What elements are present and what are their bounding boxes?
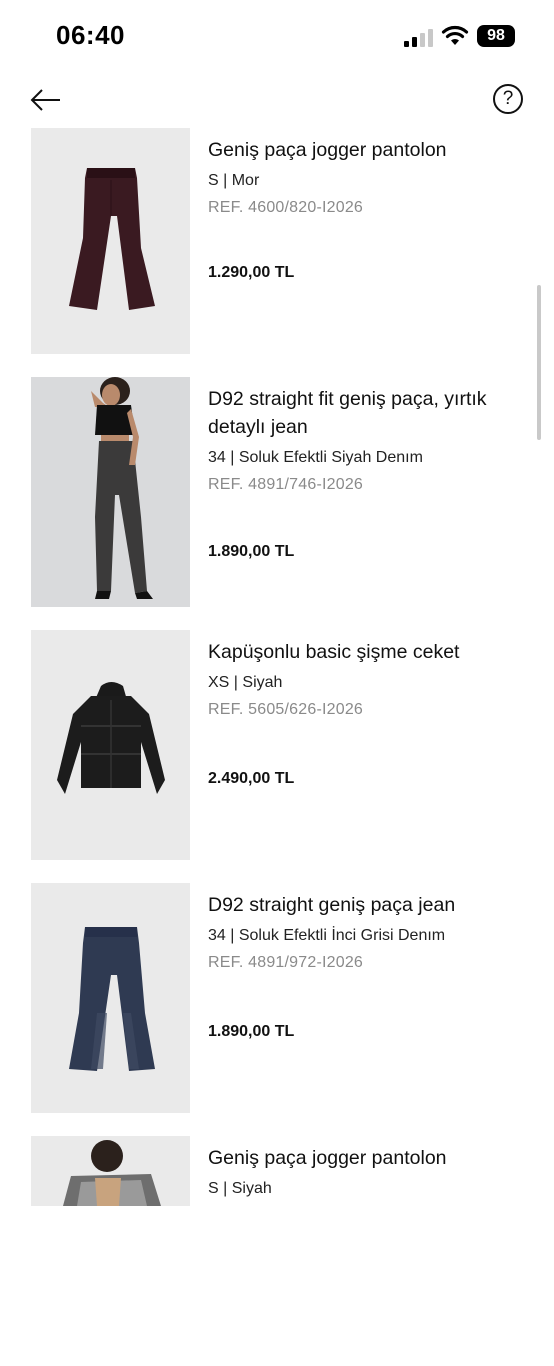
product-ref: REF. 4600/820-I2026 [208, 199, 364, 216]
product-name: D92 straight geniş paça jean [208, 894, 456, 916]
product-info: Geniş paça jogger pantolon S | Siyah [208, 1144, 498, 1198]
signal-icon [404, 29, 433, 47]
product-item[interactable]: Kapüşonlu basic şişme ceket XS | Siyah R… [0, 630, 554, 860]
arrow-left-icon[interactable] [28, 82, 64, 118]
product-info: Geniş paça jogger pantolon S | Mor REF. … [208, 136, 498, 217]
product-info: Kapüşonlu basic şişme ceket XS | Siyah R… [208, 638, 498, 719]
product-item[interactable]: D92 straight geniş paça jean 34 | Soluk … [0, 883, 554, 1113]
product-price: 1.890,00 TL [208, 1023, 295, 1040]
status-bar: 06:40 98 [0, 0, 554, 72]
product-image[interactable] [31, 1136, 190, 1206]
wifi-icon [441, 25, 469, 45]
product-ref: REF. 5605/626-I2026 [208, 701, 364, 718]
product-variant: 34 | Soluk Efektli İnci Grisi Denım [208, 927, 446, 944]
product-info: D92 straight fit geniş paça, yırtık deta… [208, 385, 498, 494]
product-ref: REF. 4891/746-I2026 [208, 476, 364, 493]
product-name: Geniş paça jogger pantolon [208, 1147, 447, 1169]
product-ref: REF. 4891/972-I2026 [208, 954, 364, 971]
help-button[interactable]: ? [493, 84, 523, 114]
product-variant: XS | Siyah [208, 674, 283, 691]
product-item[interactable]: Geniş paça jogger pantolon S | Mor REF. … [0, 128, 554, 358]
product-variant: 34 | Soluk Efektli Siyah Denım [208, 449, 423, 466]
product-variant: S | Mor [208, 172, 260, 189]
product-price: 1.290,00 TL [208, 264, 295, 281]
product-image[interactable] [31, 883, 190, 1113]
product-image[interactable] [31, 630, 190, 860]
battery-icon: 98 [477, 25, 515, 47]
product-item[interactable]: D92 straight fit geniş paça, yırtık deta… [0, 377, 554, 607]
status-time: 06:40 [56, 20, 125, 50]
product-info: D92 straight geniş paça jean 34 | Soluk … [208, 891, 498, 972]
product-item[interactable]: Geniş paça jogger pantolon S | Siyah [0, 1136, 554, 1366]
product-variant: S | Siyah [208, 1180, 272, 1197]
product-image[interactable] [31, 377, 190, 607]
header: ? [0, 72, 554, 128]
product-name: D92 straight fit geniş paça, yırtık deta… [208, 388, 487, 438]
product-name: Geniş paça jogger pantolon [208, 139, 447, 161]
product-name: Kapüşonlu basic şişme ceket [208, 641, 460, 663]
product-image[interactable] [31, 128, 190, 354]
product-price: 2.490,00 TL [208, 770, 295, 787]
product-price: 1.890,00 TL [208, 543, 295, 560]
